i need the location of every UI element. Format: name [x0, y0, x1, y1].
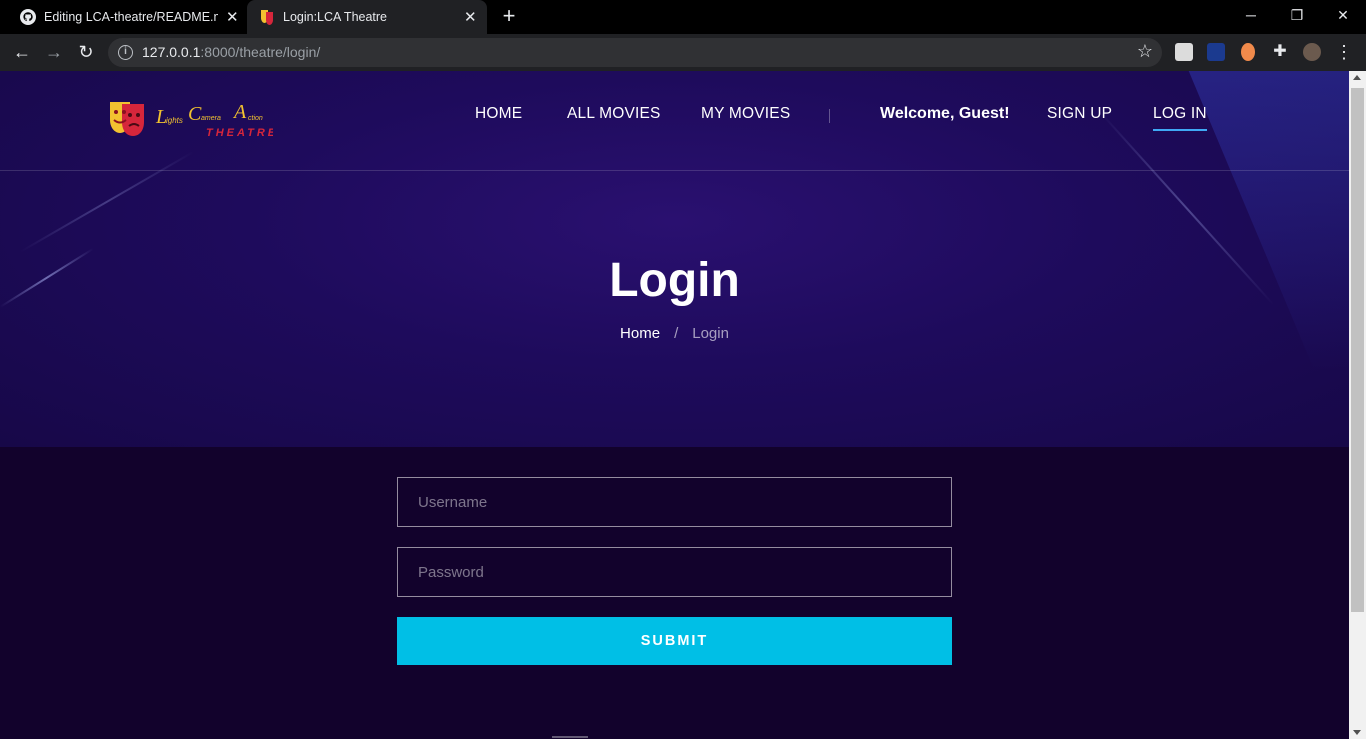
svg-text:ction: ction	[248, 115, 263, 122]
scroll-up-arrow-icon[interactable]	[1353, 75, 1361, 80]
browser-tabstrip: Editing LCA-theatre/README.md ✕ Login:LC…	[0, 0, 1366, 34]
url-host: 127.0.0.1	[142, 44, 201, 60]
page-title: Login	[609, 254, 740, 307]
close-window-button[interactable]: ✕	[1320, 0, 1366, 30]
address-bar[interactable]: i 127.0.0.1:8000/theatre/login/ ☆	[108, 38, 1162, 67]
screen-extension-icon[interactable]	[1207, 43, 1225, 61]
svg-text:amera: amera	[201, 115, 221, 122]
restore-button[interactable]: ❐	[1274, 0, 1320, 30]
close-icon[interactable]: ✕	[226, 8, 239, 26]
footer-divider	[552, 736, 588, 738]
extensions-puzzle-icon[interactable]: ✚	[1270, 42, 1290, 62]
forward-arrow-icon[interactable]: →	[44, 42, 64, 62]
reload-icon[interactable]: ↻	[76, 42, 96, 62]
profile-avatar[interactable]	[1303, 43, 1321, 61]
password-input[interactable]	[397, 547, 952, 597]
nav-log-in[interactable]: LOG IN	[1153, 105, 1207, 131]
svg-text:A: A	[232, 101, 247, 123]
nav-sign-up[interactable]: SIGN UP	[1047, 105, 1112, 123]
browser-tab-title: Login:LCA Theatre	[283, 10, 388, 24]
back-arrow-icon[interactable]: ←	[12, 42, 32, 62]
breadcrumb-current: Login	[692, 325, 729, 342]
site-header: L ights C amera A ction THEATRE HOME ALL…	[0, 71, 1349, 171]
new-tab-button[interactable]: +	[498, 5, 520, 27]
site-info-icon[interactable]: i	[118, 45, 133, 60]
browser-tab-title: Editing LCA-theatre/README.md	[44, 10, 218, 24]
browser-tab-readme[interactable]: Editing LCA-theatre/README.md ✕	[0, 0, 245, 34]
scroll-down-arrow-icon[interactable]	[1353, 730, 1361, 735]
svg-text:THEATRE: THEATRE	[206, 127, 273, 139]
nav-divider	[829, 109, 830, 123]
menu-kebab-icon[interactable]: ⋮	[1334, 42, 1354, 62]
url-path: :8000/theatre/login/	[200, 44, 321, 60]
nav-home[interactable]: HOME	[475, 105, 522, 123]
site-logo[interactable]: L ights C amera A ction THEATRE	[108, 98, 273, 144]
page-scrollbar[interactable]	[1349, 71, 1366, 739]
svg-text:C: C	[188, 103, 202, 125]
breadcrumb-separator: /	[674, 325, 679, 342]
theatre-mask-icon	[261, 10, 273, 25]
page-viewport: L ights C amera A ction THEATRE HOME ALL…	[0, 71, 1349, 739]
svg-text:ights: ights	[166, 116, 183, 125]
nav-all-movies[interactable]: ALL MOVIES	[567, 105, 661, 123]
url-text[interactable]: 127.0.0.1:8000/theatre/login/	[142, 44, 320, 60]
submit-button[interactable]: SUBMIT	[397, 617, 952, 665]
github-icon	[20, 9, 36, 25]
bookmark-star-icon[interactable]: ☆	[1137, 41, 1153, 62]
close-icon[interactable]: ✕	[464, 8, 477, 26]
breadcrumb: Home / Login	[0, 325, 1349, 342]
minimize-button[interactable]: ─	[1228, 0, 1274, 30]
recorder-extension-icon[interactable]	[1241, 43, 1255, 61]
hero-banner: L ights C amera A ction THEATRE HOME ALL…	[0, 71, 1349, 447]
login-form-section: SUBMIT	[0, 447, 1349, 739]
nav-my-movies[interactable]: MY MOVIES	[701, 105, 790, 123]
welcome-text: Welcome, Guest!	[880, 105, 1010, 122]
browser-tab-login[interactable]: Login:LCA Theatre ✕	[247, 0, 487, 34]
username-input[interactable]	[397, 477, 952, 527]
breadcrumb-home[interactable]: Home	[620, 325, 660, 342]
browser-toolbar: ← → ↻ i 127.0.0.1:8000/theatre/login/ ☆ …	[0, 34, 1366, 71]
scrollbar-thumb[interactable]	[1351, 88, 1364, 612]
camera-extension-icon[interactable]	[1175, 43, 1193, 61]
